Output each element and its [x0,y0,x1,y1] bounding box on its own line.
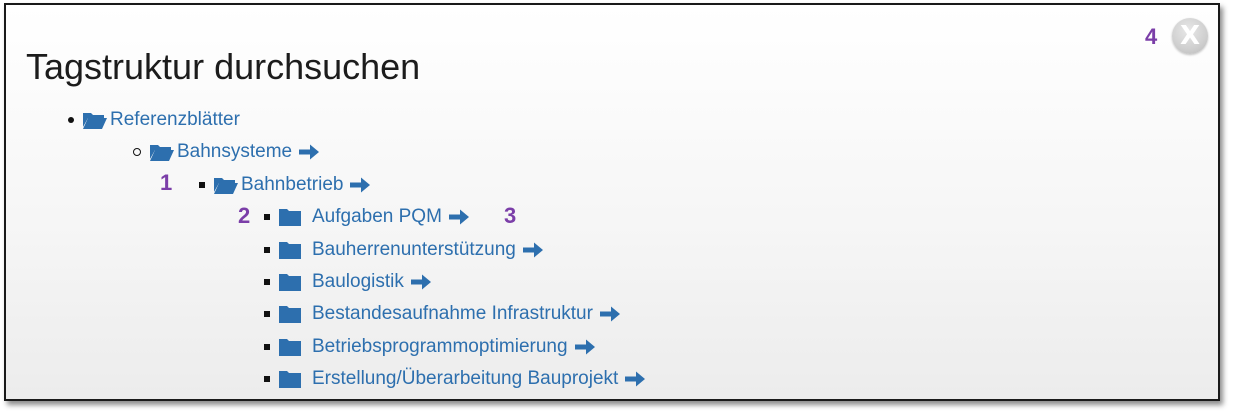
arrow-right-icon[interactable] [410,273,432,291]
tree-item: Bestandesaufnahme Infrastruktur [264,302,621,326]
tree-bullet [264,376,270,383]
arrow-right-icon[interactable] [574,338,596,356]
dialog-title: Tagstruktur durchsuchen [26,46,421,87]
tag-browser-dialog: Tagstruktur durchsuchen X Referenzblätte… [4,3,1220,401]
tree-bullet [264,214,270,221]
tree-bullet [264,279,270,285]
tree-bullet [264,343,270,350]
tree-item-link[interactable]: Referenzblätter [110,109,240,131]
callout-4: 4 [1145,24,1158,49]
tree-bullet [264,246,270,253]
folder-open-icon[interactable] [82,110,108,130]
tree-item: Bauherrenunterstützung [264,238,544,262]
tree-item-link[interactable]: Betriebsprogrammoptimierung [312,336,568,358]
tree-item-link[interactable]: Aufgaben PQM [312,206,442,228]
folder-icon[interactable] [278,369,304,389]
tree-item: Bahnsysteme [133,140,320,164]
folder-icon[interactable] [278,272,304,292]
tree-item-link[interactable]: Bahnsysteme [177,141,292,163]
folder-icon[interactable] [278,240,304,260]
folder-open-icon[interactable] [213,175,239,195]
tree-item-link[interactable]: Bahnbetrieb [241,174,343,196]
tree-item-link[interactable]: Baulogistik [312,271,404,293]
folder-icon[interactable] [278,304,304,324]
tree-item: Betriebsprogrammoptimierung [264,335,596,359]
arrow-right-icon[interactable] [448,208,470,226]
tree-item-link[interactable]: Bestandesaufnahme Infrastruktur [312,303,593,325]
tree-item: Referenzblätter [68,108,240,132]
close-button[interactable]: X [1172,18,1208,54]
tree-item: Bahnbetrieb [199,173,371,197]
callout-1: 1 [160,170,173,195]
arrow-right-icon[interactable] [298,143,320,161]
tree-bullet [68,117,74,123]
folder-icon[interactable] [278,207,304,227]
tree-item: Aufgaben PQM [264,205,470,229]
callout-3: 3 [504,203,517,228]
tree-item-link[interactable]: Erstellung/Überarbeitung Bauprojekt [312,368,618,390]
tree-item-link[interactable]: Bauherrenunterstützung [312,239,516,261]
arrow-right-icon[interactable] [599,305,621,323]
folder-icon[interactable] [278,337,304,357]
callout-2: 2 [238,203,251,228]
tree-item: Erstellung/Überarbeitung Bauprojekt [264,367,646,391]
tree-bullet [133,148,141,157]
tree-bullet [264,311,270,318]
arrow-right-icon[interactable] [349,176,371,194]
tree-bullet [199,181,205,188]
tree-item: Baulogistik [264,270,432,294]
arrow-right-icon[interactable] [624,370,646,388]
folder-open-icon[interactable] [149,142,175,162]
arrow-right-icon[interactable] [522,241,544,259]
